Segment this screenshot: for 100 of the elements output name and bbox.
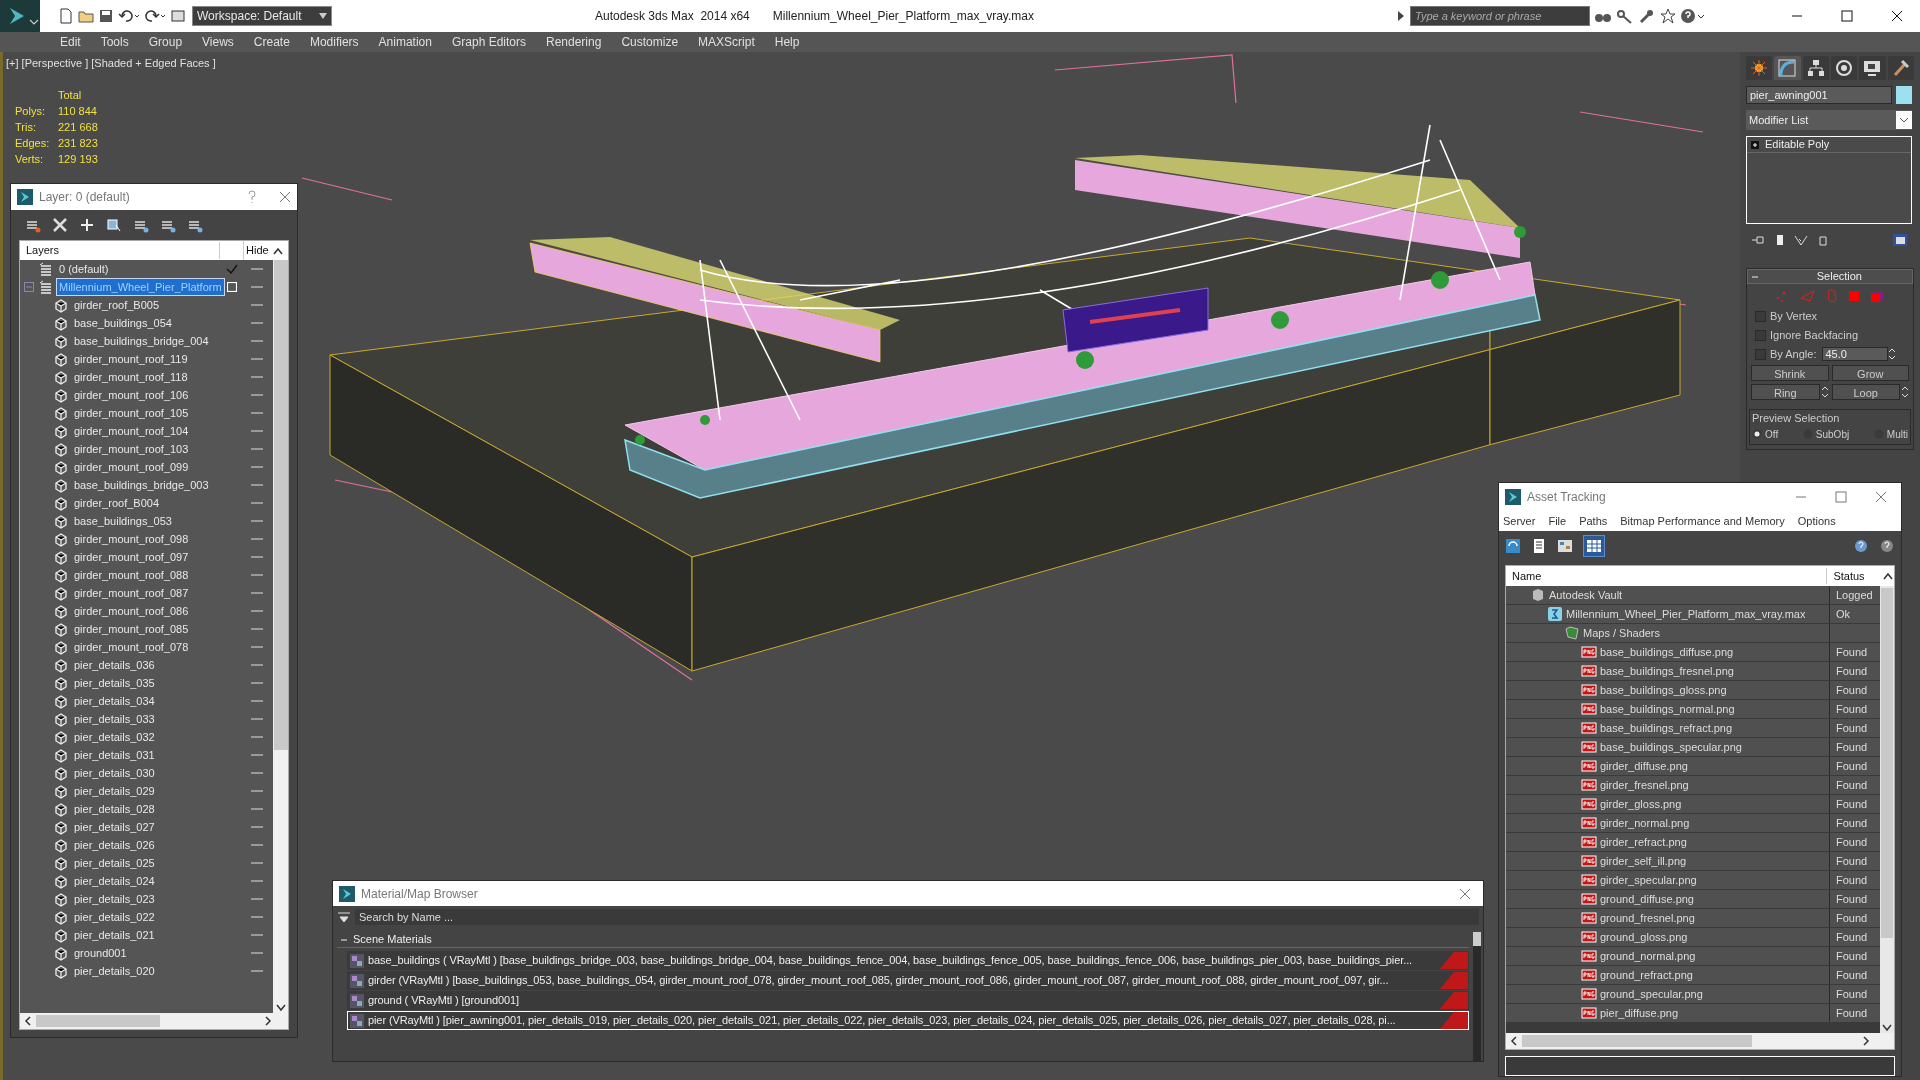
spinner-arrows-icon[interactable] [1901,385,1909,399]
command-panel-tab[interactable] [1831,56,1858,80]
hide-toggle-icon[interactable] [251,573,263,577]
hide-toggle-icon[interactable] [251,357,263,361]
selection-button[interactable]: Grow [1831,365,1909,381]
layer-name[interactable]: pier_details_022 [72,908,157,926]
scroll-right-icon[interactable] [264,1016,272,1026]
hide-toggle-icon[interactable] [251,591,263,595]
search-field[interactable]: Search by Name ... [355,909,1479,925]
hide-toggle-icon[interactable] [251,411,263,415]
layer-name[interactable]: pier_details_025 [72,854,157,872]
modifier-stack-list[interactable]: Editable Poly [1746,136,1912,224]
hide-toggle-icon[interactable] [251,807,263,811]
layer-name[interactable]: pier_details_031 [72,746,157,764]
hide-toggle-icon[interactable] [251,663,263,667]
layer-name[interactable]: pier_details_024 [72,872,157,890]
asset-name[interactable]: ground_specular.png [1600,985,1703,1003]
layer-name[interactable]: pier_details_034 [72,692,157,710]
scroll-down-icon[interactable] [274,1003,287,1013]
menu-item[interactable]: Server [1503,512,1536,530]
hide-toggle-icon[interactable] [251,519,263,523]
asset-name[interactable]: girder_diffuse.png [1600,757,1688,775]
make-unique-icon[interactable] [1794,234,1808,246]
hide-toggle-icon[interactable] [251,771,263,775]
menu-item[interactable]: Modifiers [299,33,369,51]
polygon-mode-icon[interactable] [1848,290,1860,302]
angle-spinner-field[interactable]: 45.0 [1822,347,1889,361]
layer-name[interactable]: girder_mount_roof_103 [72,440,191,458]
help-search-field[interactable]: Type a keyword or phrase [1410,6,1590,26]
hide-toggle-icon[interactable] [251,933,263,937]
layer-name[interactable]: pier_details_029 [72,782,157,800]
scroll-left-icon[interactable] [1510,1036,1518,1046]
layer-name[interactable]: girder_mount_roof_106 [72,386,191,404]
menu-item[interactable]: Edit [50,33,91,51]
checkbox[interactable] [1755,329,1766,341]
menu-item[interactable]: MAXScript [688,33,765,51]
layer-name[interactable]: girder_mount_roof_098 [72,530,191,548]
asset-name[interactable]: girder_specular.png [1600,871,1697,889]
command-panel-tab[interactable] [1859,56,1886,80]
delete-icon[interactable] [52,217,68,233]
hide-toggle-icon[interactable] [251,393,263,397]
hide-toggle-icon[interactable] [251,303,263,307]
material-row[interactable] [347,951,1469,970]
layer-name[interactable]: pier_details_020 [72,962,157,980]
scroll-bar[interactable] [20,1013,288,1029]
open-folder-icon[interactable] [78,8,94,24]
hide-toggle-icon[interactable] [251,285,263,289]
asset-name[interactable]: base_buildings_normal.png [1600,700,1735,718]
menu-item[interactable]: Create [243,33,300,51]
asset-name[interactable]: girder_self_ill.png [1600,852,1687,870]
layer-name[interactable]: girder_mount_roof_105 [72,404,191,422]
layer-name[interactable]: base_buildings_bridge_004 [72,332,211,350]
layer-name[interactable]: base_buildings_054 [72,314,174,332]
hide-toggle-icon[interactable] [251,879,263,883]
options-menu-icon[interactable] [337,911,351,923]
layer-name[interactable]: pier_details_028 [72,800,157,818]
layer-name[interactable]: base_buildings_bridge_003 [72,476,211,494]
add-icon[interactable] [79,217,95,233]
menu-item[interactable]: Tools [90,33,139,51]
pin-stack-icon[interactable] [1752,235,1766,245]
spinner-arrows-icon[interactable] [1888,347,1897,361]
scroll-left-icon[interactable] [24,1016,32,1026]
asset-name[interactable]: Autodesk Vault [1549,586,1623,604]
hide-toggle-icon[interactable] [251,465,263,469]
layer-name[interactable]: pier_details_027 [72,818,157,836]
help-icon[interactable] [1680,8,1706,24]
menu-item[interactable]: Customize [611,33,689,51]
workspace-dropdown[interactable]: Workspace: Default [192,6,332,26]
asset-name[interactable]: base_buildings_specular.png [1600,738,1742,756]
hide-toggle-icon[interactable] [251,753,263,757]
element-mode-icon[interactable] [1870,290,1884,302]
hide-toggle-icon[interactable] [251,699,263,703]
object-color-swatch[interactable] [1896,86,1912,104]
remove-modifier-icon[interactable] [1818,234,1828,246]
asset-name[interactable]: base_buildings_refract.png [1600,719,1733,737]
selection-button[interactable]: Loop [1831,384,1900,400]
hide-toggle-icon[interactable] [251,717,263,721]
scroll-bar[interactable] [1880,586,1894,1033]
viewport-label[interactable]: [+] [Perspective ] [Shaded + Edged Faces ] [6,55,216,72]
group-header[interactable]: Scene Materials [337,932,1469,948]
layer-name[interactable]: girder_mount_roof_088 [72,566,191,584]
save-icon[interactable] [98,8,114,24]
scroll-up-icon[interactable] [272,245,284,256]
hide-toggle-icon[interactable] [251,447,263,451]
layer-name[interactable]: girder_mount_roof_097 [72,548,191,566]
layer-name[interactable]: girder_mount_roof_086 [72,602,191,620]
asset-name[interactable]: base_buildings_gloss.png [1600,681,1727,699]
checkbox[interactable] [1755,348,1766,360]
column-header[interactable]: Status [1827,567,1882,585]
scroll-bar[interactable] [1473,932,1481,1061]
list-view-icon[interactable] [1531,538,1547,554]
maximize-icon[interactable] [1835,491,1847,503]
close-icon[interactable] [1875,491,1887,503]
asset-name[interactable]: ground_fresnel.png [1600,909,1695,927]
layer-name[interactable]: girder_roof_B005 [72,296,161,314]
column-header[interactable]: Hide [244,242,270,259]
asset-name[interactable]: base_buildings_diffuse.png [1600,643,1734,661]
hide-toggle-icon[interactable] [251,969,263,973]
asset-name[interactable]: girder_fresnel.png [1600,776,1689,794]
layer-name[interactable]: pier_details_033 [72,710,157,728]
